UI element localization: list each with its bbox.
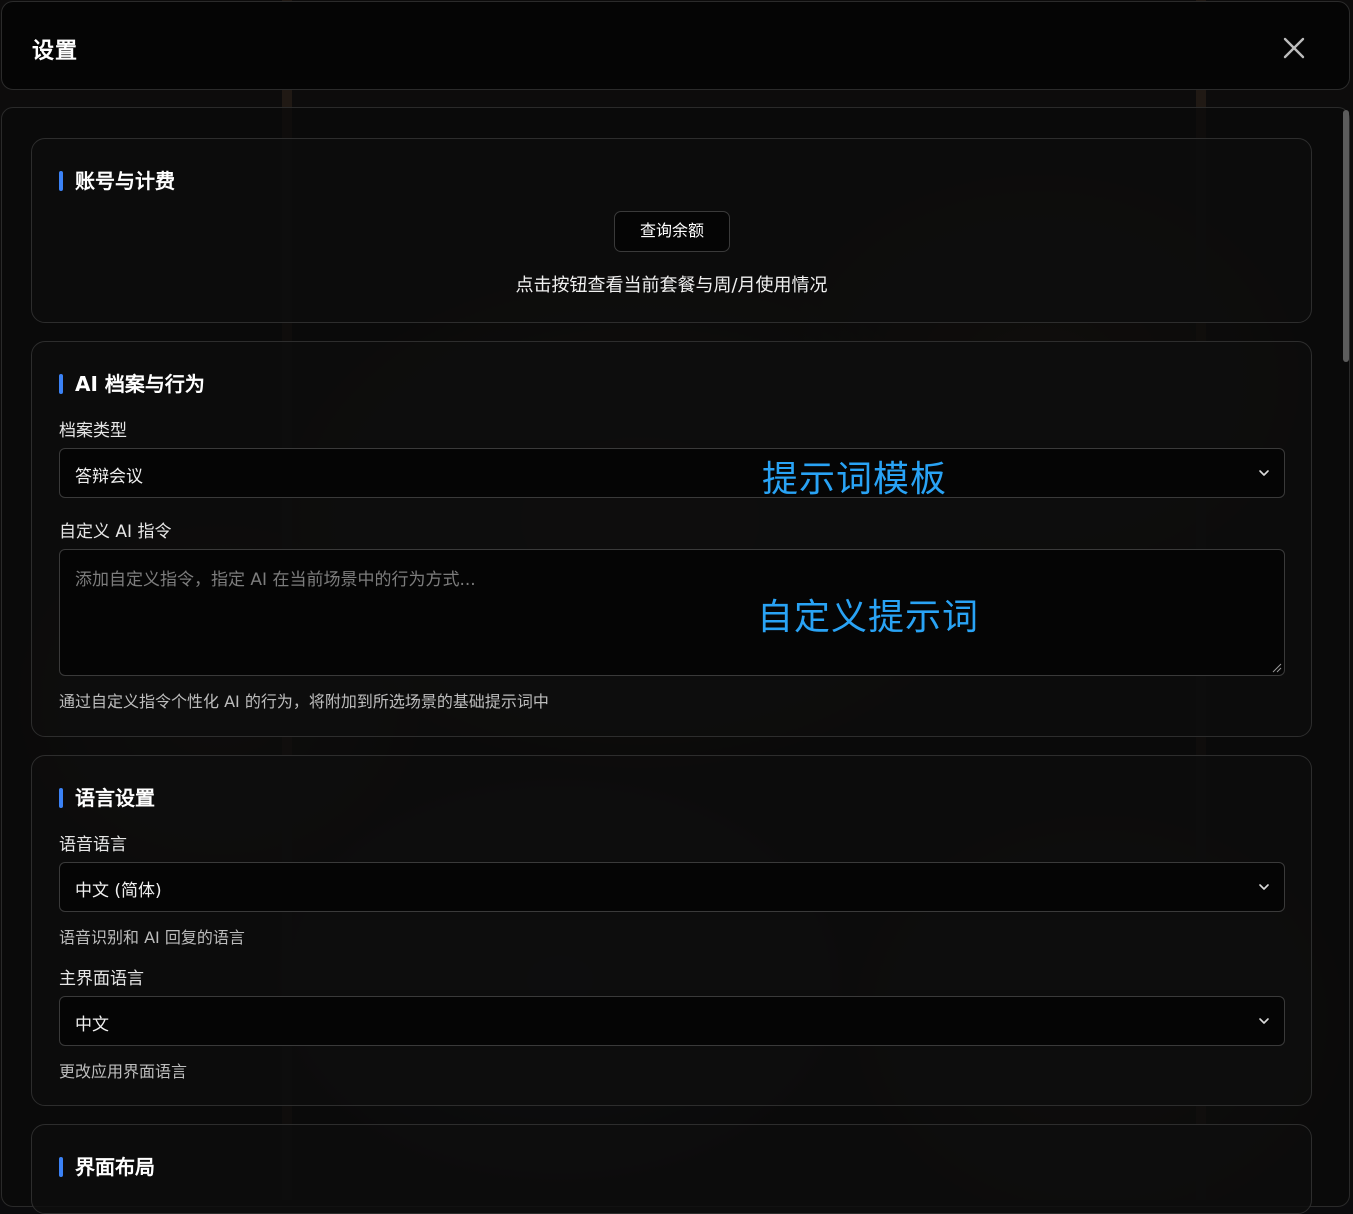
scrollbar[interactable] bbox=[1341, 108, 1352, 1200]
speech-language-hint: 语音识别和 AI 回复的语言 bbox=[59, 928, 245, 947]
close-icon bbox=[1283, 37, 1305, 59]
layout-section-title: 界面布局 bbox=[59, 1155, 155, 1179]
ai-profile-section-title: AI 档案与行为 bbox=[59, 372, 205, 396]
close-button[interactable] bbox=[1278, 32, 1310, 64]
account-card: 账号与计费 查询余额 点击按钮查看当前套餐与周/月使用情况 bbox=[31, 138, 1312, 323]
language-card: 语言设置 语音语言 中文 (简体) 语音识别和 AI 回复的语言 主界面语言 中… bbox=[31, 755, 1312, 1106]
annotation-custom: 自定义提示词 bbox=[757, 597, 980, 638]
profile-type-label: 档案类型 bbox=[59, 421, 127, 441]
profile-type-select[interactable]: 答辩会议 bbox=[59, 448, 1285, 498]
chevron-down-icon bbox=[1259, 1018, 1269, 1024]
speech-language-value: 中文 (简体) bbox=[75, 881, 162, 901]
ai-profile-card: AI 档案与行为 档案类型 答辩会议 自定义 AI 指令 添加自定义指令，指定 … bbox=[31, 341, 1312, 737]
profile-type-value: 答辩会议 bbox=[75, 467, 143, 487]
ui-language-hint: 更改应用界面语言 bbox=[59, 1062, 188, 1081]
custom-instruction-hint: 通过自定义指令个性化 AI 的行为，将附加到所选场景的基础提示词中 bbox=[59, 692, 549, 711]
ui-language-select[interactable]: 中文 bbox=[59, 996, 1285, 1046]
annotation-template: 提示词模板 bbox=[762, 459, 948, 500]
ui-language-value: 中文 bbox=[75, 1015, 109, 1035]
custom-instruction-textarea[interactable]: 添加自定义指令，指定 AI 在当前场景中的行为方式... bbox=[59, 549, 1285, 676]
speech-language-select[interactable]: 中文 (简体) bbox=[59, 862, 1285, 912]
dialog-title: 设置 bbox=[32, 39, 79, 64]
ui-language-label: 主界面语言 bbox=[59, 969, 144, 989]
custom-instruction-label: 自定义 AI 指令 bbox=[59, 522, 172, 542]
scrollbar-thumb[interactable] bbox=[1343, 110, 1349, 362]
language-section-title: 语言设置 bbox=[59, 786, 155, 810]
chevron-down-icon bbox=[1259, 470, 1269, 476]
layout-card: 界面布局 bbox=[31, 1124, 1312, 1214]
resize-handle-icon[interactable] bbox=[1272, 663, 1282, 673]
account-description: 点击按钮查看当前套餐与周/月使用情况 bbox=[515, 275, 828, 296]
account-section-title: 账号与计费 bbox=[59, 169, 175, 193]
check-balance-button[interactable]: 查询余额 bbox=[614, 211, 730, 252]
dialog-header: 设置 bbox=[1, 1, 1350, 90]
speech-language-label: 语音语言 bbox=[59, 835, 127, 855]
custom-instruction-placeholder: 添加自定义指令，指定 AI 在当前场景中的行为方式... bbox=[75, 570, 476, 590]
chevron-down-icon bbox=[1259, 884, 1269, 890]
